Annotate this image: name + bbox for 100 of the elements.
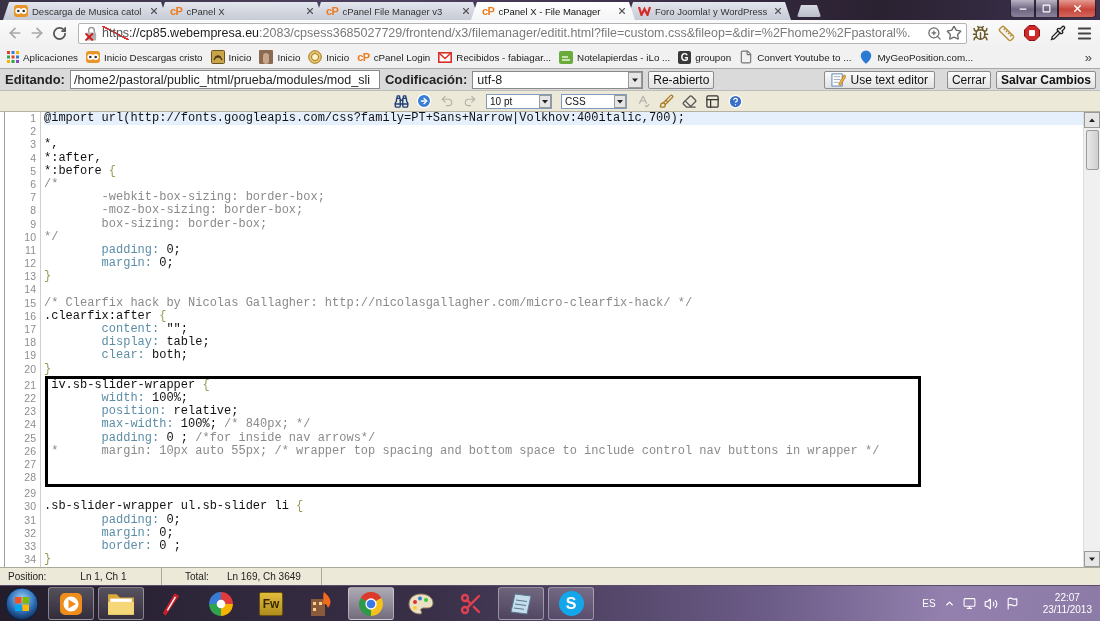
reopen-button[interactable]: Re-abierto — [648, 70, 715, 89]
network-icon[interactable] — [962, 597, 976, 610]
eyedropper-icon[interactable] — [1050, 25, 1066, 41]
taskbar-button[interactable]: Fw — [248, 587, 294, 620]
bookmark-item[interactable]: Aplicaciones — [7, 48, 78, 66]
code-line: padding: 0; — [100, 513, 181, 527]
brush-icon — [658, 93, 674, 109]
chevron-up-icon[interactable] — [943, 598, 955, 609]
line-number: 15 — [24, 296, 36, 310]
line-number: 17 — [24, 323, 36, 337]
close-button[interactable] — [1058, 0, 1096, 18]
code-line: */ — [44, 230, 59, 244]
volume-icon[interactable] — [983, 596, 998, 611]
line-number: 18 — [24, 336, 36, 350]
minimize-button[interactable] — [1010, 0, 1035, 18]
bookmark-item[interactable]: Recibidos - fabiagar... — [438, 48, 552, 66]
bug-icon[interactable] — [971, 24, 989, 42]
code-line: } — [44, 270, 52, 284]
start-orb-icon — [5, 586, 39, 621]
bookmark-item[interactable]: Inicio — [210, 48, 252, 66]
more-bookmarks-button[interactable]: » — [1084, 49, 1092, 65]
line-number: 4 — [30, 151, 36, 165]
code-line: width: 100%; — [101, 391, 189, 405]
logo-text: Fw — [259, 591, 283, 616]
encoding-label: Codificación: — [384, 72, 468, 87]
bookmark-item[interactable]: Notelapierdas - iLo ... — [559, 48, 671, 66]
line-number: 21 — [24, 378, 36, 392]
line-number: 13 — [24, 270, 36, 284]
flag-icon[interactable] — [1005, 597, 1019, 610]
code-line: position: relative; — [100, 405, 239, 419]
maximize-button[interactable] — [1035, 0, 1058, 18]
line-number: 8 — [30, 204, 36, 218]
close-editor-button[interactable]: Cerrar — [946, 70, 991, 89]
bookmark-item[interactable]: G groupon — [678, 48, 732, 66]
clock-time[interactable]: 22:07 — [1054, 591, 1080, 604]
code-line: } — [44, 553, 52, 567]
path-field[interactable]: /home2/pastoral/public_html/prueba/modules/mod_sli — [69, 70, 380, 89]
bookmark-item[interactable]: MyGeoPosition.com... — [859, 48, 974, 66]
taskbar-button[interactable] — [498, 587, 544, 620]
save-button[interactable]: Salvar Cambios — [995, 70, 1096, 89]
code-line: *:before { — [44, 164, 116, 178]
go-to-line-button[interactable] — [414, 92, 434, 110]
logo-text: cP — [357, 51, 370, 63]
spellcheck-icon — [636, 94, 650, 108]
code-line: padding: 0; — [100, 243, 181, 257]
emblem-icon — [210, 50, 225, 64]
bookmark-item[interactable]: Inicio Descargas cristo — [86, 48, 203, 66]
syntax-select[interactable]: CSS — [561, 93, 627, 109]
line-number: 33 — [24, 540, 36, 554]
code-line: display: table; — [100, 336, 210, 350]
new-tab-button[interactable] — [797, 5, 821, 17]
close-icon — [1071, 3, 1083, 14]
line-number: 7 — [30, 191, 36, 205]
line-number: 31 — [24, 513, 36, 527]
language-indicator[interactable]: ES — [922, 598, 936, 609]
taskbar-button[interactable] — [48, 587, 94, 620]
owl-icon — [86, 51, 100, 63]
star-icon[interactable] — [946, 25, 962, 41]
redo-icon — [463, 94, 477, 108]
line-number: 34 — [24, 553, 36, 567]
eraser-icon — [681, 93, 697, 109]
clock-date[interactable]: 23/11/2013 — [1042, 603, 1092, 616]
text-editor-button[interactable]: Use text editor — [823, 70, 935, 89]
line-number: 14 — [24, 283, 36, 297]
scroll-thumb[interactable] — [1085, 130, 1099, 170]
stop-sign-icon[interactable] — [1024, 25, 1040, 41]
arrow-circle-icon — [416, 93, 432, 109]
line-number: 2 — [30, 125, 36, 139]
zoom-icon[interactable] — [927, 25, 942, 41]
line-number: 19 — [24, 349, 36, 363]
edit-document-icon — [830, 72, 846, 87]
line-number: 27 — [24, 457, 36, 472]
undo-icon — [440, 94, 454, 108]
line-number: 16 — [24, 309, 36, 323]
line-number: 28 — [24, 471, 36, 485]
position-value: Ln 1, Ch 1 — [80, 571, 127, 582]
close-icon — [305, 6, 315, 16]
line-number: 10 — [24, 230, 36, 244]
browser-tab[interactable]: cP cPanel X - File Manager — [471, 2, 635, 20]
line-number: 26 — [24, 444, 36, 458]
note-pad-icon — [509, 591, 533, 616]
bookmark-item[interactable]: Inicio — [308, 48, 350, 66]
logo-text: cP — [170, 5, 183, 17]
ruler-icon[interactable] — [997, 24, 1015, 42]
bookmark-item[interactable]: Convert Youtube to ... — [739, 48, 852, 66]
code-line: /* — [44, 177, 59, 192]
line-number: 9 — [30, 217, 36, 231]
mail-icon — [438, 51, 453, 63]
bookmark-item[interactable]: cP cPanel Login — [357, 48, 431, 66]
palette-icon — [408, 592, 434, 615]
encoding-select[interactable]: utf-8 — [472, 70, 644, 89]
code-line: *:after, — [44, 151, 102, 165]
font-size-select[interactable]: 10 pt — [486, 93, 552, 109]
bookmark-item[interactable]: Inicio — [259, 48, 301, 66]
scrollbar[interactable] — [1083, 112, 1100, 567]
line-number: 23 — [24, 405, 36, 419]
line-number: 32 — [24, 526, 36, 540]
apps-grid-icon — [7, 51, 19, 63]
taskbar-button[interactable] — [98, 587, 144, 620]
line-number: 30 — [24, 500, 36, 514]
